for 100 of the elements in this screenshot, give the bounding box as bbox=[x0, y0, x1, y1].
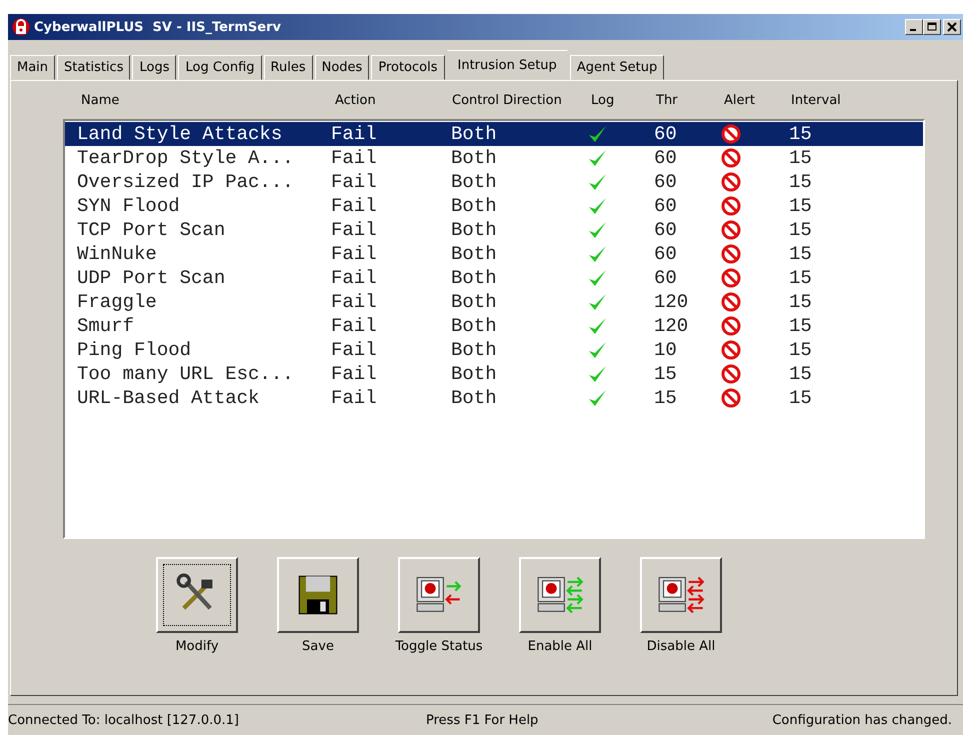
list-row[interactable]: UDP Port Scan Fail Both 60 15 bbox=[65, 266, 923, 290]
tab[interactable]: Agent Setup bbox=[570, 55, 664, 80]
table-cell-text: Both bbox=[451, 291, 498, 313]
column-header[interactable]: Name bbox=[63, 92, 335, 108]
table-cell-text: TCP Port Scan bbox=[76, 219, 226, 241]
table-cell-text: 15 bbox=[789, 291, 813, 313]
table-cell-text: 15 bbox=[789, 267, 813, 289]
table-cell-text: Both bbox=[451, 267, 498, 289]
table-cell-text: SYN Flood bbox=[76, 195, 181, 217]
table-cell-text: UDP Port Scan bbox=[76, 267, 226, 289]
table-cell-text: Fail bbox=[331, 315, 378, 337]
maximize-button[interactable] bbox=[923, 19, 941, 35]
table-cell-text: Both bbox=[451, 219, 498, 241]
table-cell-text: Land Style Attacks bbox=[76, 123, 284, 145]
table-cell-text: Fail bbox=[331, 339, 378, 361]
table-cell-text: 15 bbox=[789, 147, 813, 169]
lock-icon bbox=[12, 18, 30, 36]
minimize-button[interactable] bbox=[905, 19, 923, 35]
tab[interactable]: Nodes bbox=[314, 55, 370, 80]
table-cell-text: Fail bbox=[331, 123, 378, 145]
close-button[interactable] bbox=[943, 19, 961, 35]
table-cell-text: 15 bbox=[789, 363, 813, 385]
table-cell-text: 15 bbox=[789, 219, 813, 241]
table-cell-text: 15 bbox=[654, 363, 678, 385]
table-cell-text: TearDrop Style A... bbox=[76, 147, 295, 169]
table-cell-text: Fail bbox=[331, 243, 378, 265]
list-row[interactable]: Too many URL Esc... Fail Both 15 15 bbox=[65, 362, 923, 386]
toggle-button[interactable] bbox=[398, 557, 480, 633]
window-title: CyberwallPLUS SV - IIS_TermServ bbox=[34, 20, 281, 34]
enable-button[interactable] bbox=[519, 557, 601, 633]
table-cell-text: Both bbox=[451, 195, 498, 217]
tab[interactable]: Protocols bbox=[371, 55, 444, 80]
list-row[interactable]: Fraggle Fail Both 120 15 bbox=[65, 290, 923, 314]
table-cell-text: Fraggle bbox=[76, 291, 158, 313]
modify-button[interactable] bbox=[156, 557, 238, 633]
table-cell-text: 60 bbox=[654, 195, 678, 217]
table-cell-text: WinNuke bbox=[76, 243, 158, 265]
list-row[interactable]: TearDrop Style A... Fail Both 60 15 bbox=[65, 146, 923, 170]
list-row[interactable]: Oversized IP Pac... Fail Both 60 15 bbox=[65, 170, 923, 194]
tab[interactable]: Rules bbox=[264, 55, 313, 80]
table-cell-text: 15 bbox=[789, 243, 813, 265]
table-cell-text: Fail bbox=[331, 363, 378, 385]
table-cell-text: 15 bbox=[789, 387, 813, 409]
table-cell-text: 10 bbox=[654, 339, 678, 361]
table-cell-text: Both bbox=[451, 387, 498, 409]
button-label: Toggle Status bbox=[395, 639, 483, 654]
list-row[interactable]: Smurf Fail Both 120 15 bbox=[65, 314, 923, 338]
list-row[interactable]: TCP Port Scan Fail Both 60 15 bbox=[65, 218, 923, 242]
table-cell-text: Both bbox=[451, 363, 498, 385]
table-cell-text: Fail bbox=[331, 147, 378, 169]
table-cell-text: Fail bbox=[331, 267, 378, 289]
table-cell-text: 60 bbox=[654, 147, 678, 169]
column-header[interactable]: Thr bbox=[656, 92, 724, 108]
table-cell-text: Fail bbox=[331, 291, 378, 313]
tab[interactable]: Main bbox=[10, 55, 56, 80]
table-cell-text: 15 bbox=[789, 171, 813, 193]
table-cell-text: Fail bbox=[331, 195, 378, 217]
table-cell-text: 15 bbox=[789, 339, 813, 361]
column-header[interactable]: Control Direction bbox=[452, 92, 591, 108]
table-cell-text: Fail bbox=[331, 387, 378, 409]
table-cell-text: Fail bbox=[331, 219, 378, 241]
list-row[interactable]: WinNuke Fail Both 60 15 bbox=[65, 242, 923, 266]
button-label: Modify bbox=[175, 639, 219, 654]
list-row[interactable]: URL-Based Attack Fail Both 15 15 bbox=[65, 386, 923, 410]
tab[interactable]: Logs bbox=[132, 55, 176, 80]
list-row[interactable]: SYN Flood Fail Both 60 15 bbox=[65, 194, 923, 218]
column-header[interactable]: Action bbox=[335, 92, 452, 108]
tab[interactable]: Log Config bbox=[178, 55, 262, 80]
table-cell-text: 15 bbox=[789, 195, 813, 217]
table-cell-text: 15 bbox=[789, 315, 813, 337]
table-cell-text: 60 bbox=[654, 219, 678, 241]
table-cell-text: 60 bbox=[654, 123, 678, 145]
status-text: Connected To: localhost [127.0.0.1] bbox=[8, 712, 240, 728]
table-cell-text: Both bbox=[451, 243, 498, 265]
table-cell-text: Both bbox=[451, 147, 498, 169]
table-cell-text: Ping Flood bbox=[76, 339, 192, 361]
close-icon bbox=[947, 22, 957, 32]
disable-button[interactable] bbox=[640, 557, 722, 633]
column-header[interactable]: Interval bbox=[791, 92, 871, 108]
table-cell-text: 60 bbox=[654, 171, 678, 193]
tab[interactable]: Statistics bbox=[57, 55, 130, 80]
list-row[interactable]: Ping Flood Fail Both 10 15 bbox=[65, 338, 923, 362]
button-label: Save bbox=[302, 639, 334, 654]
table-cell-text: Fail bbox=[331, 171, 378, 193]
list-row[interactable]: Land Style Attacks Fail Both 60 15 bbox=[65, 122, 923, 146]
maximize-icon bbox=[927, 22, 937, 32]
table-cell-text: Both bbox=[451, 123, 498, 145]
button-label: Disable All bbox=[646, 639, 716, 654]
status-text: Press F1 For Help bbox=[426, 712, 540, 728]
status-text: Configuration has changed. bbox=[772, 712, 952, 728]
button-label: Enable All bbox=[528, 639, 592, 654]
column-header[interactable]: Log bbox=[591, 92, 656, 108]
table-cell-text: Smurf bbox=[76, 315, 136, 337]
save-button[interactable] bbox=[277, 557, 359, 633]
table-cell-text: 15 bbox=[789, 123, 813, 145]
column-header[interactable]: Alert bbox=[724, 92, 791, 108]
table-cell-text: Too many URL Esc... bbox=[76, 363, 295, 385]
minimize-icon bbox=[910, 29, 916, 31]
table-cell-text: 120 bbox=[654, 291, 690, 313]
table-cell-text: 60 bbox=[654, 243, 678, 265]
